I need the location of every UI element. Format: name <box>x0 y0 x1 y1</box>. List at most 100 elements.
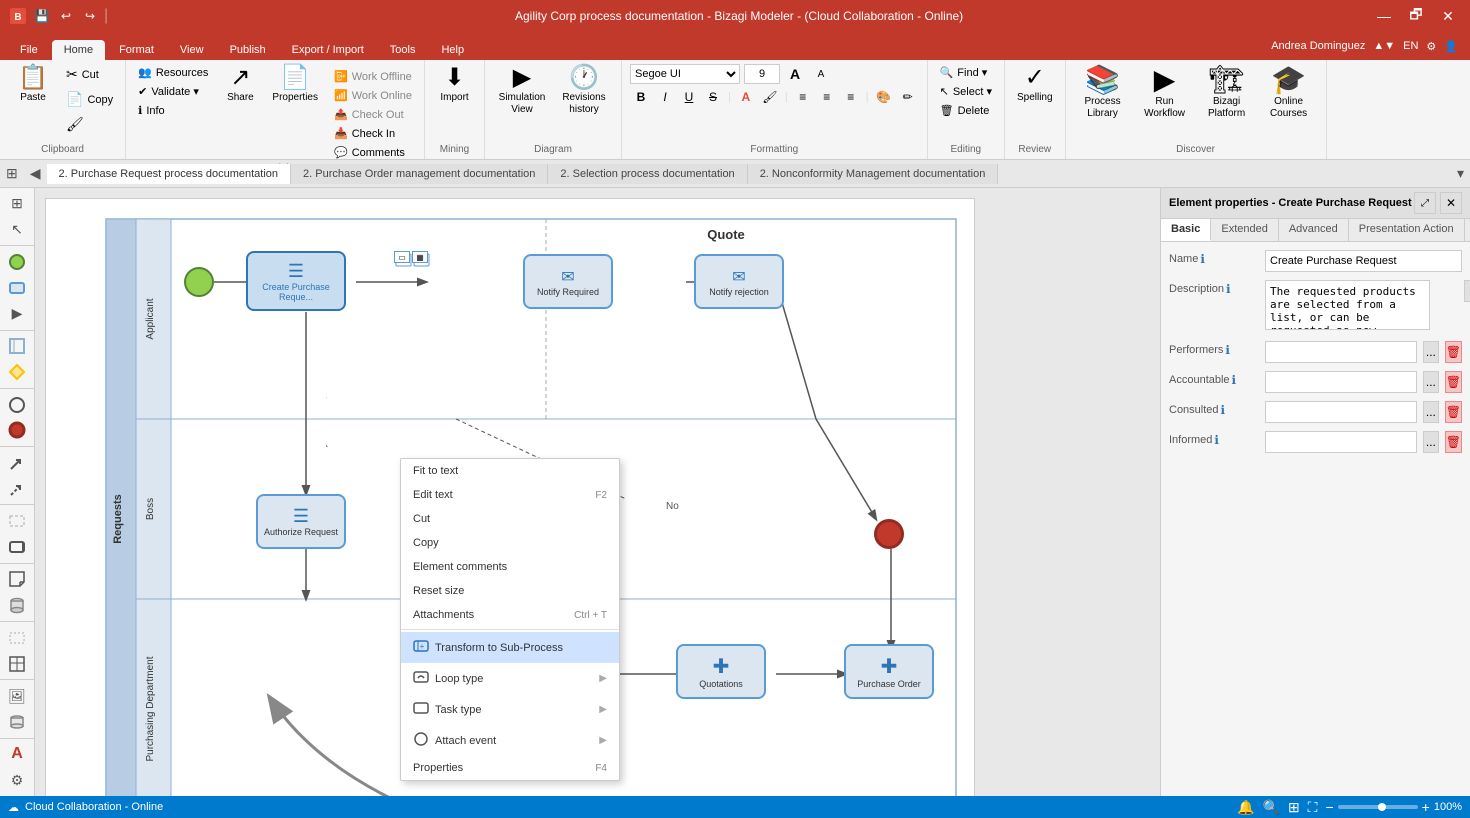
diamond-tool-btn[interactable] <box>3 360 31 384</box>
task-notify-rejection[interactable]: ✉ Notify rejection <box>694 254 784 309</box>
tab-purchase-request[interactable]: 2. Purchase Request process documentatio… <box>47 164 292 184</box>
work-offline-btn[interactable]: 📴 Work Offline <box>330 68 416 85</box>
performers-input[interactable] <box>1265 341 1417 363</box>
underline-btn[interactable]: U <box>678 88 700 106</box>
select-btn[interactable]: ↖ Select ▾ <box>936 83 996 100</box>
chevron-right-btn[interactable]: ▶ <box>3 302 31 326</box>
undo-quick-btn[interactable]: ↩ <box>56 6 76 26</box>
decrease-font-btn[interactable]: A <box>810 65 832 83</box>
props-tab-extended[interactable]: Extended <box>1211 219 1278 241</box>
revisions-history-btn[interactable]: 🕐 Revisions history <box>555 64 613 118</box>
settings-btn[interactable]: ⚙ <box>1426 40 1436 53</box>
accountable-delete-btn[interactable]: 🗑 <box>1445 371 1462 393</box>
check-in-btn[interactable]: 📥 Check In <box>330 125 416 142</box>
tab-export-import[interactable]: Export / Import <box>280 40 376 60</box>
fill-color-btn[interactable]: 🎨 <box>873 88 895 106</box>
ctx-loop-type[interactable]: Loop type ▶ <box>401 663 619 694</box>
ctx-fit-to-text[interactable]: Fit to text <box>401 459 619 483</box>
spelling-btn[interactable]: ✓ Spelling <box>1013 64 1057 106</box>
validate-btn[interactable]: ✔ Validate ▾ <box>134 83 212 100</box>
cylinder2-tool-btn[interactable] <box>3 710 31 734</box>
informed-delete-btn[interactable]: 🗑 <box>1445 431 1462 453</box>
tab-format[interactable]: Format <box>107 40 166 60</box>
end-event-red-btn[interactable] <box>3 418 31 442</box>
format-painter-btn[interactable]: 🖌 <box>62 114 117 135</box>
ctx-cut[interactable]: Cut <box>401 507 619 531</box>
zoom-slider[interactable] <box>1338 805 1418 809</box>
pool-tool-btn[interactable] <box>3 334 31 358</box>
info-btn[interactable]: ℹ Info <box>134 102 212 119</box>
task-notify-required[interactable]: ✉ Notify Required <box>523 254 613 309</box>
name-input[interactable] <box>1265 250 1462 272</box>
fullscreen-btn[interactable]: ⛶ <box>1308 799 1318 816</box>
consulted-input[interactable] <box>1265 401 1417 423</box>
dashed-arrow-btn[interactable] <box>3 477 31 501</box>
bizagi-platform-btn[interactable]: 🏗 Bizagi Platform <box>1198 64 1256 122</box>
strikethrough-btn[interactable]: S <box>702 88 724 106</box>
props-tab-presentation[interactable]: Presentation Action <box>1349 219 1465 241</box>
tab-home[interactable]: Home <box>52 40 105 60</box>
props-close-btn[interactable]: ✕ <box>1440 192 1462 214</box>
comments-btn[interactable]: 💬 Comments <box>330 144 416 161</box>
ctx-reset-size[interactable]: Reset size <box>401 579 619 603</box>
share-btn[interactable]: ↗ Share <box>220 64 260 106</box>
resources-btn[interactable]: 👥 Resources <box>134 64 212 81</box>
tab-file[interactable]: File <box>8 40 50 60</box>
ctx-attach-event[interactable]: Attach event ▶ <box>401 725 619 756</box>
properties-btn[interactable]: 📄 Properties <box>268 64 322 106</box>
minimize-btn[interactable]: — <box>1370 6 1398 26</box>
informed-browse-btn[interactable]: ... <box>1423 431 1439 453</box>
tab-publish[interactable]: Publish <box>218 40 278 60</box>
props-tab-advanced[interactable]: Advanced <box>1279 219 1349 241</box>
props-expand-btn[interactable]: ⤢ <box>1414 192 1436 214</box>
save-quick-btn[interactable]: 💾 <box>32 6 52 26</box>
accountable-browse-btn[interactable]: ... <box>1423 371 1439 393</box>
cylinder-tool-btn[interactable] <box>3 593 31 617</box>
task-create-purchase-request[interactable]: ☰ Create Purchase Reque... <box>246 251 346 311</box>
tab-overflow-btn[interactable]: ▾ <box>1451 160 1470 188</box>
task-purchase-order[interactable]: ✚ Purchase Order <box>844 644 934 699</box>
zoom-out-btn[interactable]: − <box>1325 799 1333 815</box>
font-family-select[interactable]: Segoe UI <box>630 64 740 84</box>
consulted-browse-btn[interactable]: ... <box>1423 401 1439 423</box>
highlight-btn[interactable]: 🖌 <box>759 88 781 106</box>
rect-dashed2-btn[interactable] <box>3 626 31 650</box>
description-expand-btn[interactable]: ⤢ <box>1464 280 1470 302</box>
import-btn[interactable]: ⬇ Import <box>435 64 475 106</box>
copy-btn[interactable]: 📄 Copy <box>62 89 117 110</box>
align-right-btn[interactable]: ≡ <box>840 88 862 106</box>
tab-selection-process[interactable]: 2. Selection process documentation <box>548 164 747 184</box>
zoom-in-btn[interactable]: + <box>1422 799 1430 815</box>
rect-tool-btn[interactable] <box>3 276 31 300</box>
line-color-btn[interactable]: ✏ <box>897 88 919 106</box>
table-tool-btn[interactable] <box>3 652 31 676</box>
nav-home-btn[interactable]: ⊞ <box>0 160 24 188</box>
notification-btn[interactable]: 🔔 <box>1237 799 1254 816</box>
simulation-view-btn[interactable]: ▶ Simulation View <box>493 64 551 118</box>
check-out-btn[interactable]: 📤 Check Out <box>330 106 416 123</box>
work-online-btn[interactable]: 📶 Work Online <box>330 87 416 104</box>
delete-btn[interactable]: 🗑 Delete <box>936 102 994 119</box>
ctx-transform-subprocess[interactable]: + Transform to Sub-Process <box>401 632 619 663</box>
text-tool-btn[interactable]: A <box>3 743 31 767</box>
tab-purchase-order[interactable]: 2. Purchase Order management documentati… <box>291 164 548 184</box>
task-quotations[interactable]: ✚ Quotations <box>676 644 766 699</box>
align-center-btn[interactable]: ≡ <box>816 88 838 106</box>
ctx-icon-2[interactable]: ▦ <box>412 251 428 263</box>
image-tool-btn[interactable]: 🖼 <box>3 684 31 708</box>
tab-nonconformity[interactable]: 2. Nonconformity Management documentatio… <box>748 164 999 184</box>
consulted-delete-btn[interactable]: 🗑 <box>1445 401 1462 423</box>
tab-tools[interactable]: Tools <box>378 40 428 60</box>
ctx-edit-text[interactable]: Edit text F2 <box>401 483 619 507</box>
redo-quick-btn[interactable]: ↪ <box>80 6 100 26</box>
task-authorize-request[interactable]: ☰ Authorize Request <box>256 494 346 549</box>
find-btn[interactable]: 🔍 Find ▾ <box>936 64 992 81</box>
ctx-element-comments[interactable]: Element comments <box>401 555 619 579</box>
italic-btn[interactable]: I <box>654 88 676 106</box>
close-btn[interactable]: ✕ <box>1434 6 1462 26</box>
language-btn[interactable]: EN <box>1403 40 1418 52</box>
performers-delete-btn[interactable]: 🗑 <box>1445 341 1462 363</box>
start-event[interactable] <box>184 267 214 297</box>
ctx-attachments[interactable]: Attachments Ctrl + T <box>401 603 619 627</box>
ctx-copy[interactable]: Copy <box>401 531 619 555</box>
